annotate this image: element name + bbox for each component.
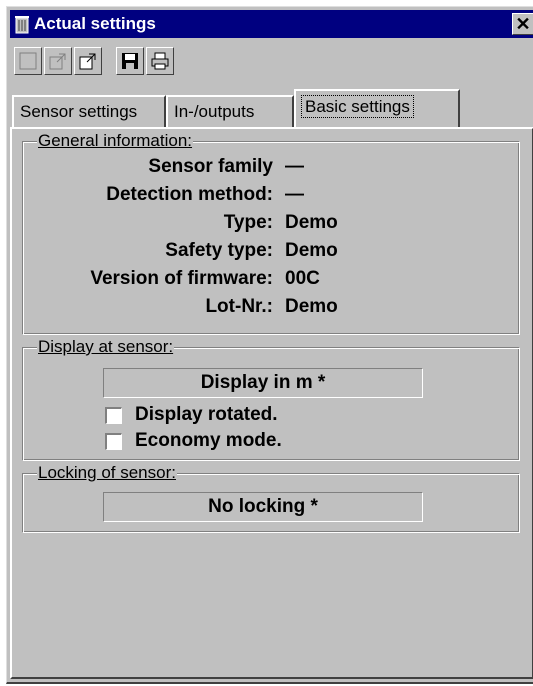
save-button[interactable] — [116, 47, 144, 75]
info-label: Lot-Nr.: — [205, 296, 273, 317]
save-icon — [122, 53, 138, 69]
locking-of-sensor-legend: Locking of sensor: — [37, 463, 177, 483]
info-label: Safety type: — [165, 240, 273, 261]
info-value: Demo — [285, 296, 338, 317]
locking-of-sensor-group: Locking of sensor: No locking * — [22, 463, 520, 533]
info-row-sensor-family: Sensor family — — [23, 156, 519, 182]
actual-settings-window: Actual settings ✕ Sensor settings In-/ou… — [6, 6, 533, 684]
display-unit-field[interactable]: Display in m * — [103, 368, 423, 398]
export-icon — [79, 53, 96, 70]
general-information-legend: General information: — [37, 131, 194, 151]
locking-field[interactable]: No locking * — [103, 492, 423, 522]
basic-settings-panel: General information: Sensor family — Det… — [10, 127, 533, 679]
title-bar[interactable]: Actual settings ✕ — [10, 10, 533, 38]
trash-can-icon — [15, 16, 29, 34]
info-value: — — [285, 184, 304, 205]
print-button[interactable] — [146, 47, 174, 75]
info-row-firmware-version: Version of firmware: 00C — [23, 268, 519, 294]
economy-mode-label: Economy mode. — [135, 430, 282, 451]
info-value: Demo — [285, 240, 338, 261]
window-title: Actual settings — [34, 14, 156, 33]
info-value: Demo — [285, 212, 338, 233]
display-at-sensor-legend: Display at sensor: — [37, 337, 175, 357]
info-value: — — [285, 156, 304, 177]
info-row-type: Type: Demo — [23, 212, 519, 238]
info-label: Sensor family — [148, 156, 273, 177]
tab-basic-settings[interactable]: Basic settings — [294, 89, 460, 127]
display-rotated-checkbox[interactable] — [105, 407, 122, 424]
info-row-safety-type: Safety type: Demo — [23, 240, 519, 266]
tab-sensor-settings[interactable]: Sensor settings — [12, 95, 166, 127]
info-label: Type: — [223, 212, 273, 233]
info-row-detection-method: Detection method: — — [23, 184, 519, 210]
close-icon: ✕ — [515, 14, 531, 34]
new-document-icon — [19, 52, 37, 70]
tab-in-outputs[interactable]: In-/outputs — [166, 95, 294, 127]
display-rotated-label: Display rotated. — [135, 404, 278, 425]
economy-mode-checkbox[interactable] — [105, 433, 122, 450]
print-icon — [151, 52, 169, 70]
display-at-sensor-group: Display at sensor: Display in m * Displa… — [22, 337, 520, 461]
info-row-lot-nr: Lot-Nr.: Demo — [23, 296, 519, 322]
close-button[interactable]: ✕ — [512, 13, 533, 35]
info-value: 00C — [285, 268, 320, 289]
toolbar — [10, 41, 533, 85]
tab-basic-settings-label: Basic settings — [301, 95, 414, 118]
export-button[interactable] — [74, 47, 102, 75]
info-label: Detection method: — [106, 184, 273, 205]
import-button[interactable] — [44, 47, 72, 75]
tab-strip: Sensor settings In-/outputs Basic settin… — [10, 87, 533, 127]
new-button[interactable] — [14, 47, 42, 75]
general-information-group: General information: Sensor family — Det… — [22, 131, 520, 335]
import-icon — [49, 53, 66, 70]
info-label: Version of firmware: — [90, 268, 273, 289]
